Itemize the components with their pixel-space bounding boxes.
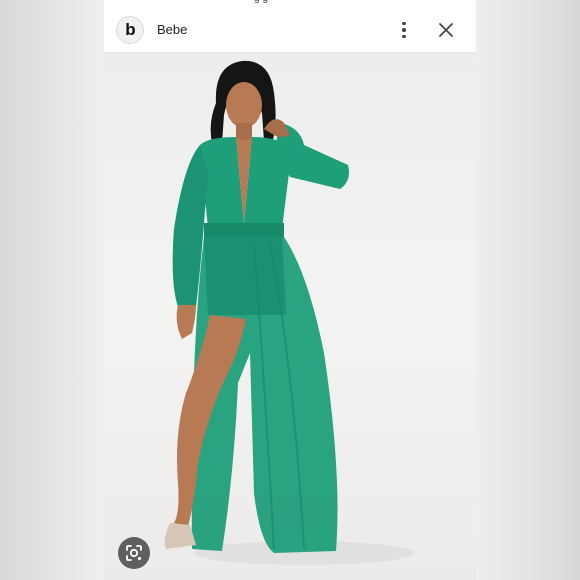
image-viewer-panel: g g b Bebe (104, 0, 476, 580)
model-in-green-dress-illustration (164, 60, 414, 565)
more-options-button[interactable] (394, 18, 414, 42)
lens-search-button[interactable] (118, 537, 150, 569)
background-right (476, 0, 580, 580)
google-lens-icon (126, 545, 142, 561)
top-strip: g g (104, 0, 476, 8)
more-vert-icon (402, 21, 406, 26)
close-icon (439, 23, 453, 37)
background-left (0, 0, 104, 580)
viewer-header: b Bebe (104, 8, 476, 53)
top-strip-text: g g (254, 0, 268, 4)
site-name[interactable]: Bebe (157, 22, 187, 37)
product-image[interactable] (104, 53, 476, 580)
site-logo[interactable]: b (116, 16, 144, 44)
close-button[interactable] (434, 18, 458, 42)
